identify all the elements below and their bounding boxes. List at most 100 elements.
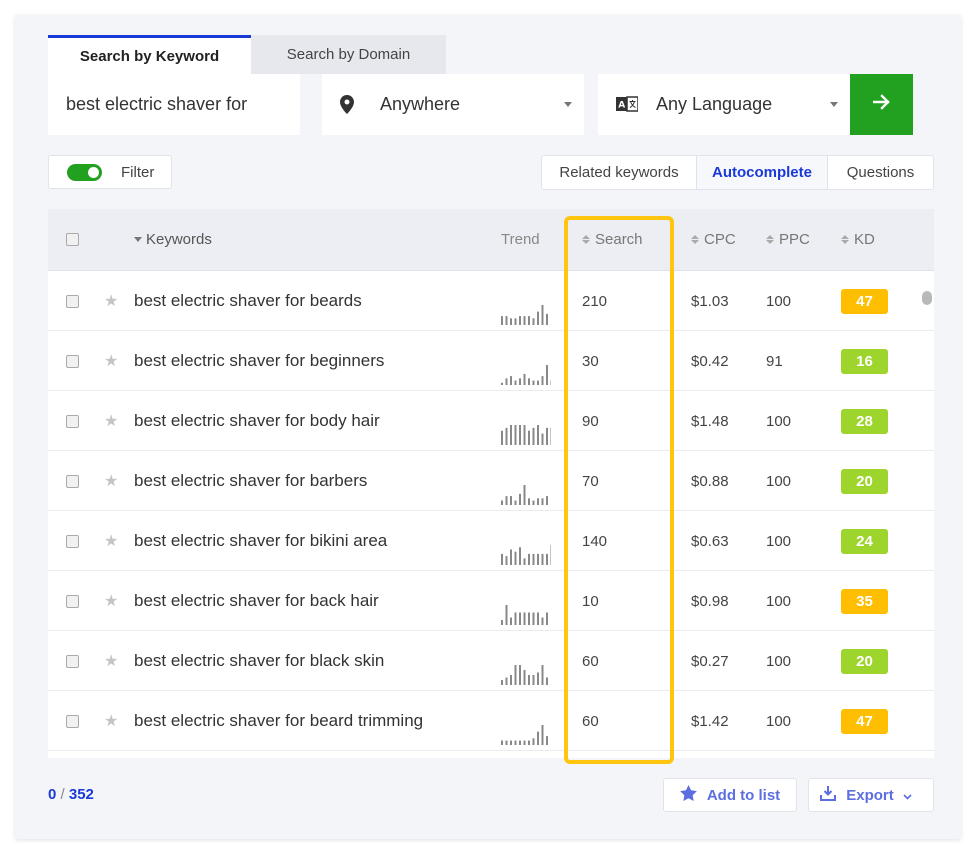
trend-bar [541,376,544,385]
row-checkbox[interactable] [66,654,79,668]
trend-bar [514,740,517,745]
select-all-checkbox[interactable] [66,233,79,246]
row-checkbox[interactable] [66,294,79,308]
trend-bar [514,551,517,565]
search-volume-cell: 140 [582,532,608,550]
trend-bar [528,675,530,685]
download-icon [820,785,846,805]
table-row[interactable]: ★ best electric shaver for bikini area 140… [48,511,934,571]
kd-badge: 47 [841,288,888,314]
trend-bar [541,305,544,325]
trend-bar [514,318,517,325]
keyword-cell[interactable]: best electric shaver for bikini area [134,511,387,571]
toggle-switch[interactable] [67,163,102,181]
trend-sparkline [501,725,548,745]
search-volume-cell: 70 [582,472,599,490]
star-icon [679,785,707,805]
star-icon[interactable]: ★ [104,471,118,491]
location-value: Anywhere [380,94,461,114]
trend-bar [541,553,544,565]
export-label: Export [846,786,894,804]
trend-bar [510,318,512,325]
column-kd[interactable]: KD [841,209,875,270]
translate-icon: A [616,96,639,117]
trend-bar [519,665,521,685]
star-icon[interactable]: ★ [104,651,118,671]
keyword-cell[interactable]: best electric shaver for beginners [134,331,384,391]
column-cpc[interactable]: CPC [691,209,736,270]
star-icon[interactable]: ★ [104,531,118,551]
favorite-cell: ★ [104,631,118,691]
filter-toggle[interactable]: Filter [48,155,172,189]
trend-bar [519,378,521,385]
trend-bar [505,496,508,505]
keyword-cell[interactable]: best electric shaver for beard trimming [134,691,423,751]
cpc-cell: $0.63 [691,532,729,550]
row-checkbox[interactable] [66,414,79,428]
row-checkbox[interactable] [66,474,79,488]
table-header: Keywords Trend Search CPC PPC KD [48,209,934,271]
row-checkbox[interactable] [66,714,79,728]
divider [584,74,598,135]
row-checkbox[interactable] [66,354,79,368]
keyword-cell[interactable]: best electric shaver for body hair [134,391,380,451]
table-row[interactable]: ★ best electric shaver for black skin 60 $0… [48,631,934,691]
keyword-cell[interactable]: best electric shaver for black skin [134,631,384,691]
row-checkbox[interactable] [66,594,79,608]
star-icon[interactable]: ★ [104,351,118,371]
column-keywords[interactable]: Keywords [134,209,212,270]
mode-related-keywords[interactable]: Related keywords [542,156,696,189]
language-select[interactable]: A Any Language [598,74,850,135]
table-row[interactable]: ★ best electric shaver for beginners 30 $0.… [48,331,934,391]
column-keywords-label: Keywords [146,231,212,248]
trend-bar [528,740,530,745]
trend-bar [519,493,521,505]
row-checkbox-cell [66,451,79,511]
chevron-down-icon [830,102,838,107]
cpc-cell: $0.42 [691,352,729,370]
keyword-cell[interactable]: best electric shaver for back hair [134,571,379,631]
search-volume-cell: 60 [582,652,599,670]
ppc-cell: 100 [766,652,792,670]
trend-bar [537,380,539,385]
favorite-cell: ★ [104,511,118,571]
table-row[interactable]: ★ best electric shaver for beard trimming… [48,691,934,751]
column-ppc-label: PPC [779,231,810,248]
keyword-input[interactable] [48,74,300,135]
mode-autocomplete[interactable]: Autocomplete [696,156,828,189]
ppc-cell: 100 [766,592,792,610]
cpc-cell: $1.42 [691,712,729,730]
row-checkbox[interactable] [66,534,79,548]
trend-bar [505,427,508,445]
mode-questions[interactable]: Questions [828,156,933,189]
table-row[interactable]: ★ best electric shaver for back hair 10 $0.… [48,571,934,631]
scrollbar-thumb[interactable] [922,291,932,305]
trend-bar [546,313,548,325]
trend-bar [532,380,535,385]
export-button[interactable]: Export [808,778,934,812]
table-row[interactable]: ★ best electric shaver for barbers 70 $0.88… [48,451,934,511]
row-checkbox-cell [66,511,79,571]
star-icon[interactable]: ★ [104,291,118,311]
add-to-list-button[interactable]: Add to list [663,778,797,812]
keyword-cell[interactable]: best electric shaver for beards [134,271,362,331]
ppc-cell: 100 [766,292,792,310]
column-ppc[interactable]: PPC [766,209,810,270]
table-row[interactable]: ★ best electric shaver for body hair 90 $1.… [48,391,934,451]
search-go-button[interactable] [850,74,913,135]
keyword-cell[interactable]: best electric shaver for barbers [134,451,367,511]
trend-sparkline [501,365,551,385]
table-row[interactable]: ★ best electric shaver for beards 210 $1.03… [48,271,934,331]
ppc-cell: 100 [766,412,792,430]
tab-search-by-domain[interactable]: Search by Domain [251,35,446,74]
column-search[interactable]: Search [582,209,643,270]
star-icon[interactable]: ★ [104,411,118,431]
favorite-cell: ★ [104,571,118,631]
star-icon[interactable]: ★ [104,711,118,731]
location-select[interactable]: Anywhere [322,74,584,135]
tab-search-by-keyword[interactable]: Search by Keyword [48,35,251,74]
trend-bar [523,316,526,325]
trend-bar [532,553,535,565]
kd-badge: 24 [841,528,888,554]
star-icon[interactable]: ★ [104,591,118,611]
